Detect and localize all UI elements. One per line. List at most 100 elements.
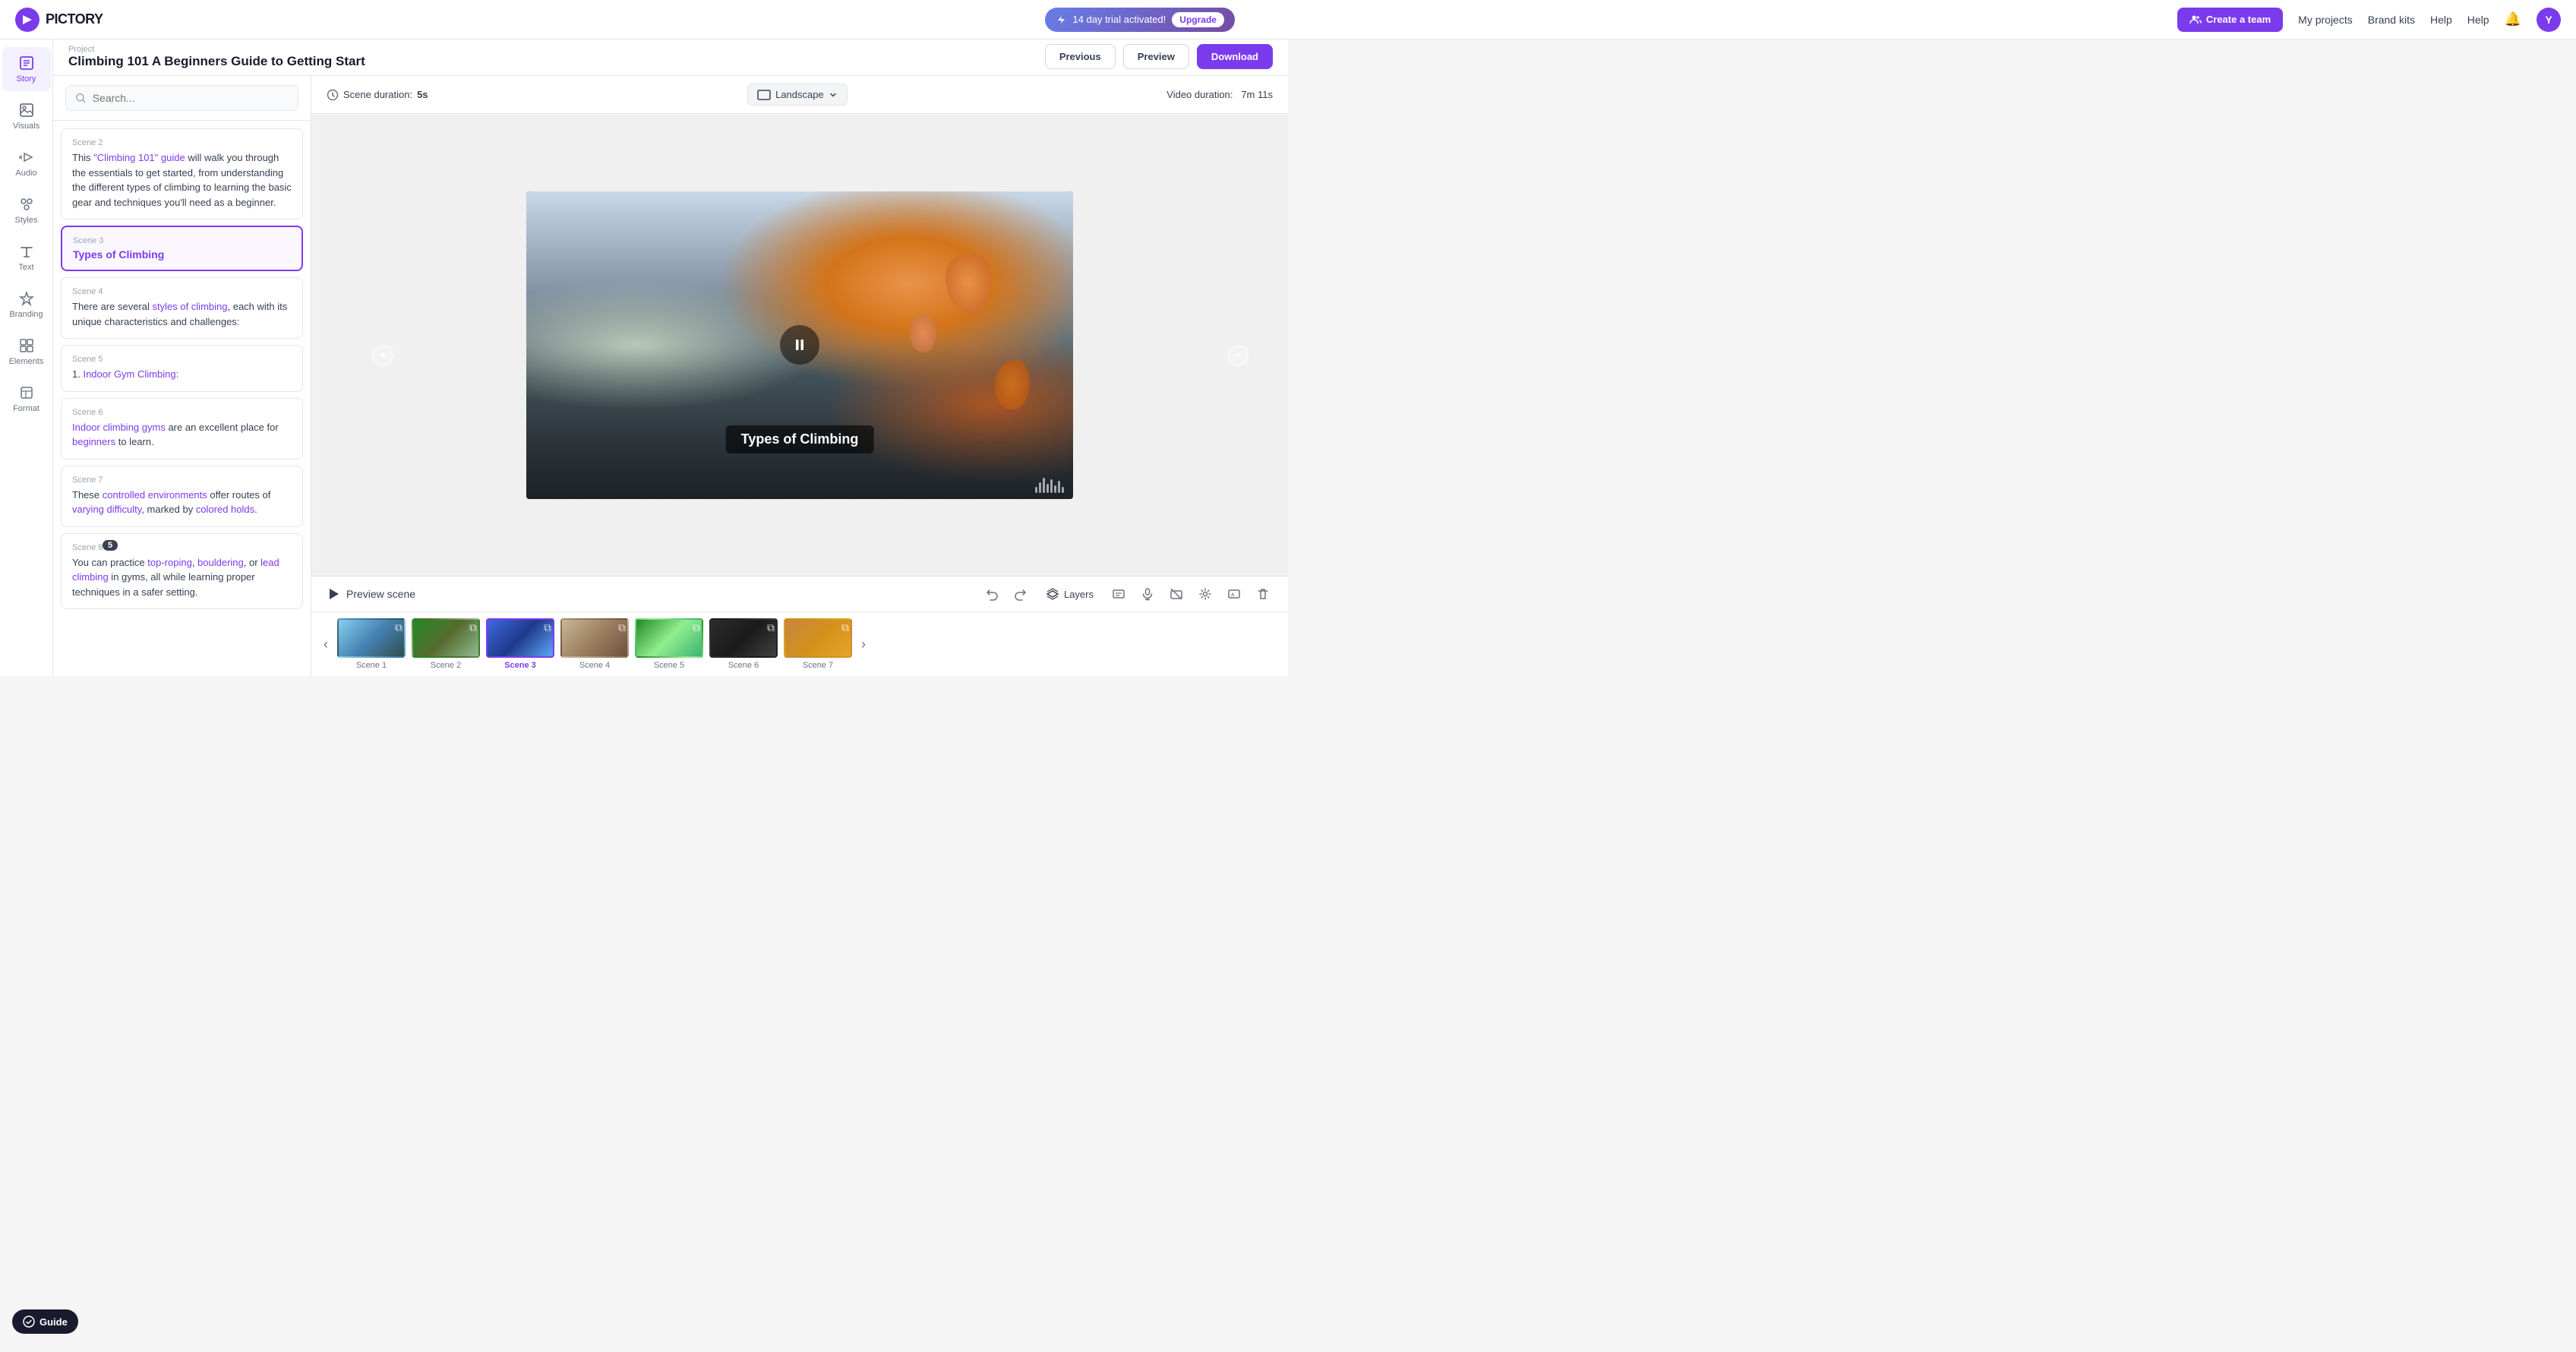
guide-button[interactable]: Guide [12, 1309, 78, 1334]
user-avatar[interactable]: Y [2537, 8, 2561, 32]
sidebar-item-elements[interactable]: Elements [2, 330, 51, 374]
previous-button[interactable]: Previous [1045, 44, 1116, 69]
clock-icon [327, 89, 339, 101]
thumb-layers-7: ⧉ [841, 621, 849, 634]
filmstrip-prev-button[interactable]: ‹ [320, 633, 331, 655]
landscape-button[interactable]: Landscape [747, 84, 848, 106]
climbing-hold-2 [995, 360, 1029, 409]
sidebar-item-branding[interactable]: Branding [2, 283, 51, 327]
visuals-label: Visuals [13, 122, 39, 131]
filmstrip-scene-2[interactable]: ⧉ Scene 2 [412, 618, 480, 670]
project-title: Climbing 101 A Beginners Guide to Gettin… [68, 54, 365, 69]
pause-button[interactable] [780, 325, 819, 365]
help-link-2[interactable]: Help [2467, 14, 2489, 26]
search-input[interactable] [93, 92, 289, 104]
scene-card-6[interactable]: Scene 6 Indoor climbing gyms are an exce… [61, 398, 303, 460]
scene-link-controlled[interactable]: controlled environments [103, 489, 207, 501]
undo-icon [985, 587, 999, 601]
thumb-img-3: ⧉ [486, 618, 554, 658]
scene-card-2[interactable]: Scene 2 This "Climbing 101" guide will w… [61, 128, 303, 220]
brand-kits-link[interactable]: Brand kits [2368, 14, 2415, 26]
branding-label: Branding [9, 310, 43, 319]
audio-waveform [1035, 478, 1064, 493]
logo-button[interactable]: A [1224, 584, 1244, 604]
help-link-1[interactable]: Help [2430, 14, 2452, 26]
scene-card-5[interactable]: Scene 5 1. Indoor Gym Climbing: [61, 345, 303, 392]
content-area: Project Climbing 101 A Beginners Guide t… [53, 39, 1288, 676]
preview-main: + + [311, 114, 1288, 576]
filmstrip-scene-5[interactable]: ⧉ Scene 5 [635, 618, 703, 670]
scene-card-4[interactable]: Scene 4 There are several styles of clim… [61, 277, 303, 339]
add-scene-right-button[interactable]: + [1227, 345, 1249, 366]
settings-button[interactable] [1195, 584, 1215, 604]
logo-overlay-icon: A [1227, 587, 1241, 601]
preview-button[interactable]: Preview [1123, 44, 1189, 69]
redo-button[interactable] [1011, 584, 1031, 604]
scene-link-varying[interactable]: varying difficulty [72, 504, 141, 515]
scene-link-gym[interactable]: Indoor Gym Climbing: [83, 368, 178, 380]
preview-toolbar: Scene duration: 5s Landscape Video dur [311, 76, 1288, 114]
layers-button[interactable]: Layers [1040, 584, 1100, 604]
caption-icon [1112, 587, 1125, 601]
filmstrip-scene-1[interactable]: ⧉ Scene 1 [337, 618, 406, 670]
microphone-button[interactable] [1138, 584, 1157, 604]
scene-link-toproping[interactable]: top-roping [147, 557, 192, 568]
preview-scene-button[interactable]: Preview scene [327, 587, 415, 601]
project-info: Project Climbing 101 A Beginners Guide t… [68, 45, 365, 69]
thumb-layers-2: ⧉ [469, 621, 477, 634]
thumb-label-5: Scene 5 [654, 661, 684, 670]
header-actions: Previous Preview Download [1045, 44, 1273, 69]
filmstrip-scene-4[interactable]: ⧉ Scene 4 [560, 618, 629, 670]
thumb-img-2: ⧉ [412, 618, 480, 658]
scene-title-3: Types of Climbing [73, 248, 291, 261]
trial-badge[interactable]: 14 day trial activated! Upgrade [1045, 8, 1235, 32]
video-overlay-text: Types of Climbing [726, 425, 874, 453]
scene-link-guide[interactable]: "Climbing 101" guide [93, 152, 185, 163]
scene-link-colored[interactable]: colored holds [196, 504, 254, 515]
elements-icon [18, 337, 35, 354]
filmstrip-scene-6[interactable]: ⧉ Scene 6 [709, 618, 778, 670]
undo-button[interactable] [982, 584, 1002, 604]
layers-icon [1046, 587, 1059, 601]
add-scene-left-button[interactable]: + [372, 345, 393, 366]
sidebar-item-audio[interactable]: Audio [2, 141, 51, 185]
remove-watermark-button[interactable] [1166, 584, 1186, 604]
styles-icon [18, 196, 35, 213]
caption-button[interactable] [1109, 584, 1129, 604]
script-panel: Scene 2 This "Climbing 101" guide will w… [53, 76, 311, 676]
format-icon [18, 384, 35, 401]
filmstrip-next-button[interactable]: › [858, 633, 869, 655]
nav-right: Create a team My projects Brand kits Hel… [2177, 8, 2561, 32]
visuals-icon [18, 102, 35, 118]
my-projects-link[interactable]: My projects [2298, 14, 2353, 26]
download-button[interactable]: Download [1197, 44, 1273, 69]
filmstrip-scene-3[interactable]: ⧉ Scene 3 [486, 618, 554, 670]
scene-link-styles[interactable]: styles of climbing [153, 301, 228, 312]
create-team-button[interactable]: Create a team [2177, 8, 2283, 32]
sidebar-item-visuals[interactable]: Visuals [2, 94, 51, 138]
lightning-icon [1056, 14, 1066, 25]
scene-card-8[interactable]: Scene 8 5 You can practice top-roping, b… [61, 533, 303, 610]
sidebar-item-styles[interactable]: Styles [2, 188, 51, 232]
scene-link-bouldering[interactable]: bouldering [197, 557, 244, 568]
thumb-label-3: Scene 3 [504, 661, 536, 670]
thumb-img-1: ⧉ [337, 618, 406, 658]
guide-label: Guide [39, 1316, 68, 1328]
delete-scene-button[interactable] [1253, 584, 1273, 604]
search-icon [75, 92, 87, 104]
sidebar-item-text[interactable]: Text [2, 235, 51, 280]
sidebar-item-format[interactable]: Format [2, 377, 51, 421]
sidebar-item-story[interactable]: Story [2, 47, 51, 91]
scene-card-7[interactable]: Scene 7 These controlled environments of… [61, 466, 303, 527]
top-nav: PICTORY 14 day trial activated! Upgrade … [0, 0, 2576, 39]
thumb-img-4: ⧉ [560, 618, 629, 658]
filmstrip-scene-7[interactable]: ⧉ Scene 7 [784, 618, 852, 670]
pause-icon [791, 336, 808, 353]
upgrade-button[interactable]: Upgrade [1172, 12, 1224, 27]
scene-card-3[interactable]: Scene 3 Types of Climbing [61, 226, 303, 271]
scene-link-gyms[interactable]: Indoor climbing gyms [72, 422, 166, 433]
scene-link-beginners[interactable]: beginners [72, 436, 115, 447]
notifications-icon[interactable]: 🔔 [2505, 11, 2521, 27]
format-label: Format [13, 404, 39, 413]
search-box[interactable] [65, 85, 298, 111]
